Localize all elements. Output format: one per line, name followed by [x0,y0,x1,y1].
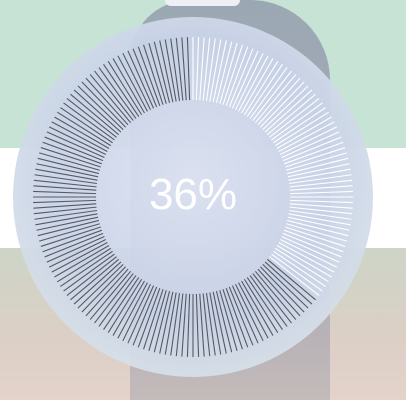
progress-percentage: 36% [148,170,238,219]
